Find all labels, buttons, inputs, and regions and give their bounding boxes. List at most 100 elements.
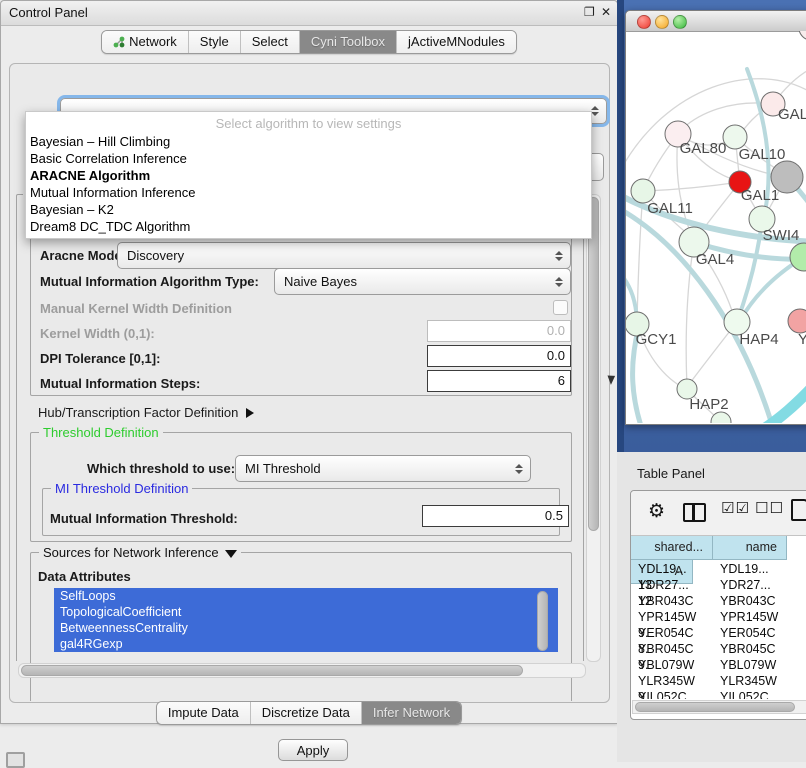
attribute-list-item[interactable]: BetweennessCentrality xyxy=(54,620,558,636)
gear-icon[interactable]: ⚙ xyxy=(648,500,665,523)
algorithm-dropdown-popup: Select algorithm to view settings Bayesi… xyxy=(25,111,592,239)
dropdown-item[interactable]: Bayesian – K2 xyxy=(26,201,591,218)
top-tab-bar: Network Style Select Cyni Toolbox jActiveMNo… xyxy=(1,30,617,54)
columns-icon[interactable] xyxy=(683,503,706,522)
tab-cyni-toolbox[interactable]: Cyni Toolbox xyxy=(299,31,396,53)
apply-button[interactable]: Apply xyxy=(278,739,348,761)
close-traffic-icon[interactable] xyxy=(637,15,651,29)
table-cell: YPR145W xyxy=(713,609,787,625)
window-title: Control Panel xyxy=(9,5,88,20)
mi-threshold-field[interactable]: 0.5 xyxy=(422,505,569,527)
dropdown-item[interactable]: Basic Correlation Inference xyxy=(26,150,591,167)
tab-label: Style xyxy=(200,34,229,49)
table-row[interactable]: YBL079WYBL079W xyxy=(631,657,806,673)
vertical-scrollbar[interactable] xyxy=(586,194,601,662)
table-toolbar: ⚙ ☑☑ ☐☐ xyxy=(631,491,806,536)
table-cell: YDL19... xyxy=(713,561,787,577)
dropdown-item[interactable]: Dream8 DC_TDC Algorithm xyxy=(26,218,591,235)
network-node-label: HAP4 xyxy=(739,331,778,348)
select-all-columns-icon[interactable]: ☑☑ xyxy=(721,499,750,517)
table-column-header[interactable]: name xyxy=(713,536,787,560)
network-node[interactable] xyxy=(799,31,806,40)
table-row[interactable]: YDL19...YDL19...13 xyxy=(631,561,806,577)
horizontal-scrollbar[interactable] xyxy=(18,663,586,678)
export-table-icon[interactable] xyxy=(791,499,806,521)
bottom-tab-impute-data[interactable]: Impute Data xyxy=(157,702,250,724)
table-scrollbar-thumb[interactable] xyxy=(635,702,795,712)
table-row[interactable]: YIL052CYIL052C9. xyxy=(631,689,806,699)
cyni-toolbox-content: Select algorithm to view settings Bayesi… xyxy=(9,63,610,703)
network-canvas[interactable]: GALGAL80GAL10GAL1GAL11SWI4GAL4GCY1HAP4YH… xyxy=(626,31,806,423)
vertical-scrollbar-thumb[interactable] xyxy=(588,197,599,531)
attribute-list-item[interactable]: SelfLoops xyxy=(54,588,558,604)
zoom-traffic-icon[interactable] xyxy=(673,15,687,29)
manual-kernel-width-checkbox[interactable] xyxy=(553,300,568,315)
unselect-all-columns-icon[interactable]: ☐☐ xyxy=(755,499,784,517)
table-cell: YIL052C xyxy=(713,689,787,699)
tab-style[interactable]: Style xyxy=(188,31,240,53)
tab-label: Infer Network xyxy=(373,705,450,720)
docked-panel-icon[interactable] xyxy=(6,752,25,768)
float-icon[interactable]: ❐ xyxy=(584,5,595,19)
table-row[interactable]: YBR045CYBR045C9. xyxy=(631,641,806,657)
tab-label: Cyni Toolbox xyxy=(311,34,385,49)
table-cell: YPR145W xyxy=(631,609,713,625)
list-scrollbar-thumb[interactable] xyxy=(537,591,548,651)
network-node[interactable] xyxy=(788,309,806,333)
mi-steps-field[interactable]: 6 xyxy=(427,370,571,392)
network-node-label: SWI4 xyxy=(763,227,800,244)
horizontal-scrollbar-thumb[interactable] xyxy=(21,665,523,676)
bottom-tab-discretize-data[interactable]: Discretize Data xyxy=(250,702,361,724)
table-cell: YLR345W xyxy=(713,673,787,689)
combo-stepper-icon xyxy=(554,251,563,261)
group-title: Threshold Definition xyxy=(39,425,163,440)
dropdown-item[interactable]: Mutual Information Inference xyxy=(26,184,591,201)
table-horizontal-scrollbar[interactable] xyxy=(632,700,806,714)
network-node-label: HAP2 xyxy=(689,396,728,413)
kernel-width-field[interactable]: 0.0 xyxy=(427,320,571,342)
dpi-tolerance-field[interactable]: 0.0 xyxy=(427,345,571,367)
expander-right-icon xyxy=(246,408,254,418)
network-node[interactable] xyxy=(771,161,803,193)
attribute-list-item[interactable]: gal4RGexp xyxy=(54,636,558,652)
sources-group-title[interactable]: Sources for Network Inference xyxy=(39,545,241,560)
which-threshold-label: Which threshold to use: xyxy=(87,461,235,476)
mi-algorithm-type-combobox[interactable]: Naive Bayes xyxy=(274,268,571,295)
dropdown-item[interactable]: Bayesian – Hill Climbing xyxy=(26,133,591,150)
table-row[interactable]: YBR043CYBR043C xyxy=(631,593,806,609)
attribute-list-item[interactable]: TopologicalCoefficient xyxy=(54,604,558,620)
which-threshold-combobox[interactable]: MI Threshold xyxy=(235,455,531,482)
table-row[interactable]: YDR27...YDR27...12 xyxy=(631,577,806,593)
network-node-label: GAL1 xyxy=(741,187,779,204)
tab-label: Network xyxy=(129,34,177,49)
table-column-header[interactable]: shared... xyxy=(631,536,713,560)
network-node-label: GAL10 xyxy=(739,146,786,163)
tab-network[interactable]: Network xyxy=(102,31,188,53)
hub-definition-expander[interactable]: Hub/Transcription Factor Definition xyxy=(38,404,254,422)
network-view-window: GALGAL80GAL10GAL1GAL11SWI4GAL4GCY1HAP4YH… xyxy=(625,10,806,425)
dropdown-item[interactable]: ARACNE Algorithm xyxy=(26,167,591,184)
network-node[interactable] xyxy=(711,412,731,423)
manual-kernel-width-label: Manual Kernel Width Definition xyxy=(40,301,232,316)
network-edge[interactable] xyxy=(645,182,740,191)
node-table-window: ⚙ ☑☑ ☐☐ shared...nameA YDL19...YDL19...1… xyxy=(630,490,806,720)
tab-jactivemnodules[interactable]: jActiveMNodules xyxy=(396,31,516,53)
aracne-mode-label: Aracne Mode: xyxy=(40,248,126,263)
table-row[interactable]: YPR145WYPR145W9. xyxy=(631,609,806,625)
network-window-titlebar xyxy=(626,11,806,32)
combo-stepper-icon xyxy=(554,277,563,287)
table-row[interactable]: YER054CYER054C8. xyxy=(631,625,806,641)
tab-select[interactable]: Select xyxy=(240,31,299,53)
network-edge[interactable] xyxy=(637,191,643,322)
table-cell: YBR043C xyxy=(631,593,713,609)
table-row[interactable]: YLR345WYLR345W9. xyxy=(631,673,806,689)
bottom-tab-bar: Impute DataDiscretize Data Infer Network xyxy=(1,701,617,725)
bottom-tab-infer-network[interactable]: Infer Network xyxy=(361,702,461,724)
control-panel-window: Control Panel ❐ ✕ Network Style Select Cyni… xyxy=(0,0,618,724)
table-body: YDL19...YDL19...13YDR27...YDR27...12YBR0… xyxy=(631,561,806,699)
minimize-traffic-icon[interactable] xyxy=(655,15,669,29)
mi-steps-label: Mutual Information Steps: xyxy=(40,376,200,391)
close-icon[interactable]: ✕ xyxy=(601,5,611,19)
aracne-mode-combobox[interactable]: Discovery xyxy=(117,242,571,269)
network-node-label: GAL4 xyxy=(696,251,734,268)
